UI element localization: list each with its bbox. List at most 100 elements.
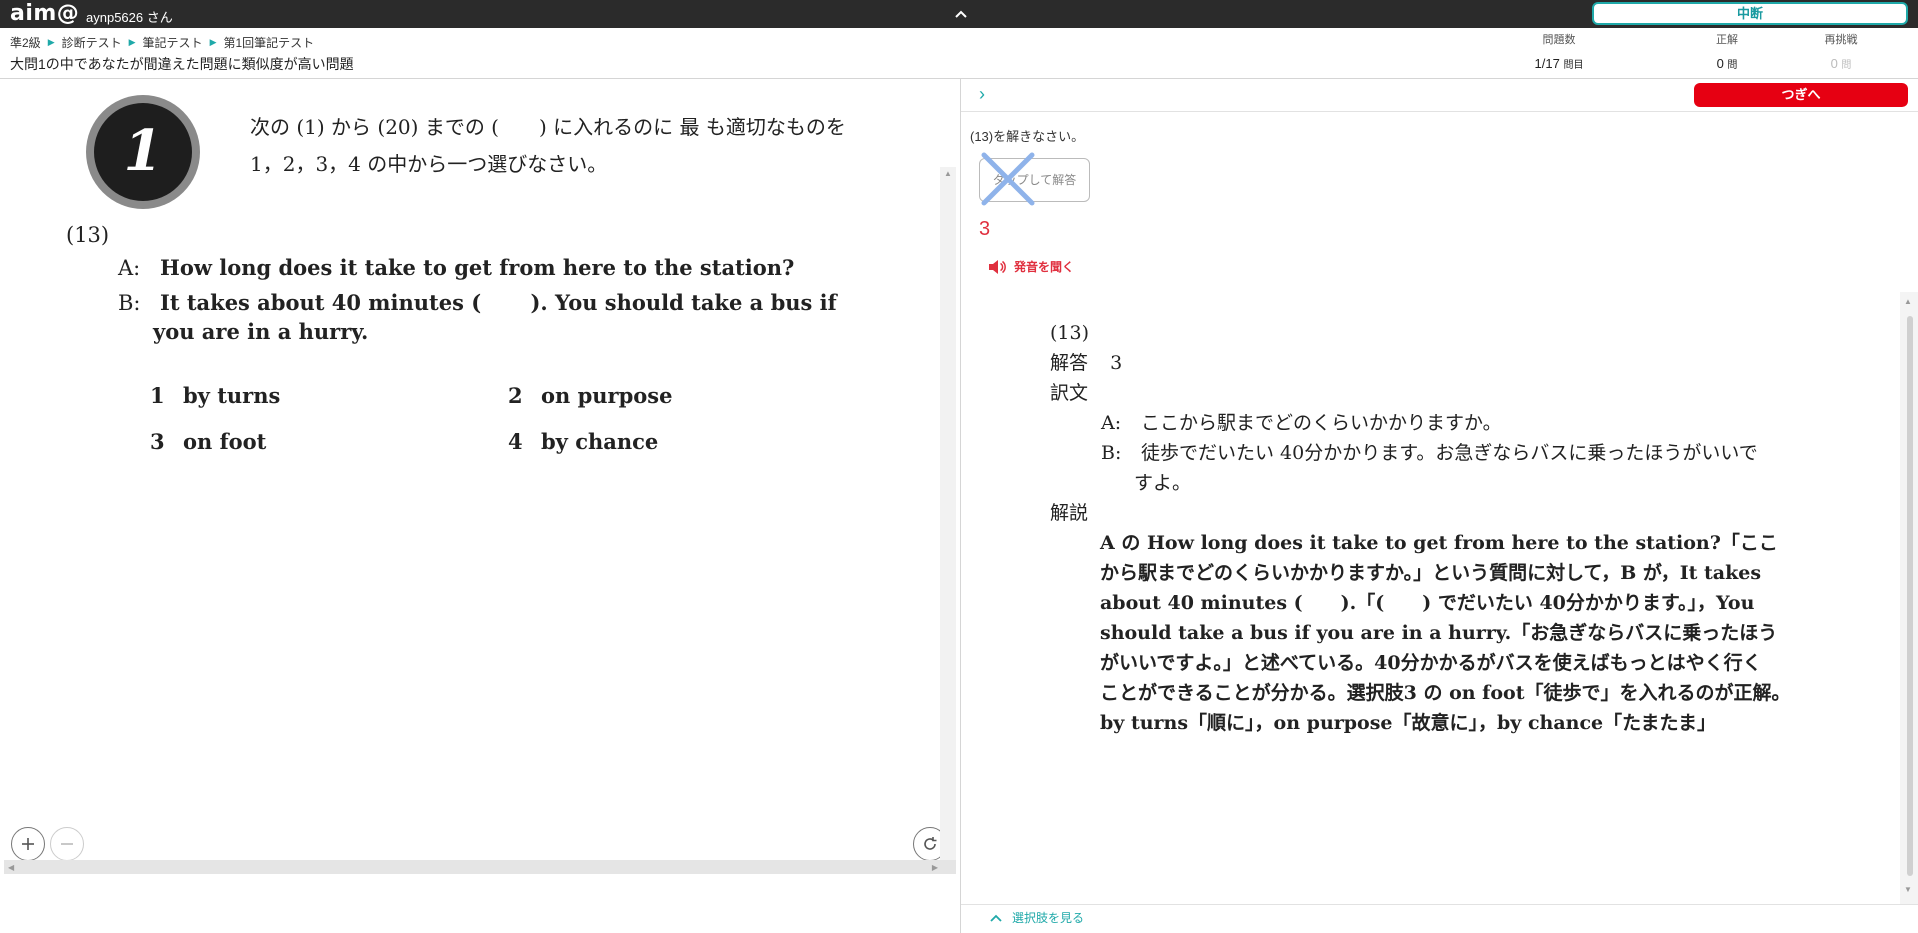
stat-label: 再挑戦 xyxy=(1824,34,1858,46)
zoom-out-button[interactable] xyxy=(50,827,84,861)
stat-label: 正解 xyxy=(1716,34,1738,46)
choice-3: 3 on foot xyxy=(150,429,266,454)
stat-unit: 問目 xyxy=(1563,60,1584,71)
answer-value: 3 xyxy=(1110,352,1123,374)
breadcrumb-item[interactable]: 筆記テスト xyxy=(143,34,203,51)
question-pane: 1 次の (1) から (20) までの ( ) に入れるのに 最 も適切なもの… xyxy=(0,79,960,879)
speaker-icon xyxy=(989,259,1006,274)
translation-b: B: 徒歩でだいたい 40分かかります。お急ぎならバスに乗ったほうがいいで xyxy=(1101,438,1758,468)
plus-icon xyxy=(22,838,34,850)
breadcrumb: 準2級 ▶ 診断テスト ▶ 筆記テスト ▶ 第1回筆記テスト xyxy=(10,34,314,51)
commentary-line: から駅までどのくらいかかりますか。」という質問に対して，B が，It takes xyxy=(1100,562,1762,584)
commentary-line: A の How long does it take to get from he… xyxy=(1100,532,1778,554)
divider xyxy=(961,904,1918,905)
answer-row: 解答 3 xyxy=(1050,348,1122,378)
dialogue-line-b: B: It takes about 40 minutes ( ). You sho… xyxy=(118,287,837,317)
question-badge: 1 xyxy=(86,95,200,209)
choice-1: 1 by turns xyxy=(150,383,280,408)
choice-number: 4 xyxy=(508,429,523,454)
choice-number: 1 xyxy=(150,383,165,408)
choice-number: 2 xyxy=(508,383,523,408)
commentary-line: should take a bus if you are in a hurry.… xyxy=(1100,622,1778,644)
chevron-up-icon[interactable] xyxy=(950,3,972,25)
breadcrumb-item[interactable]: 診断テスト xyxy=(62,34,122,51)
stat-question-count: 問題数 1/17 問目 xyxy=(1504,31,1614,71)
speaker-label: B: xyxy=(1101,442,1122,464)
question-instruction: 次の (1) から (20) までの ( ) に入れるのに 最 も適切なものを … xyxy=(250,109,846,183)
scroll-right-icon[interactable]: ▶ xyxy=(932,863,938,872)
listen-audio-label: 発音を聞く xyxy=(1014,260,1075,274)
pane-divider[interactable] xyxy=(960,79,961,933)
instruction-line: 次の (1) から (20) までの ( ) に入れるのに 最 も適切なものを xyxy=(250,115,846,139)
dialogue-text: It takes about 40 minutes ( ). You shoul… xyxy=(160,290,837,315)
chevron-right-icon: ▶ xyxy=(209,37,217,47)
chevron-up-icon xyxy=(990,914,1002,922)
stat-retry: 再挑戦 0 問 xyxy=(1786,31,1896,71)
listen-audio-button[interactable]: 発音を聞く xyxy=(988,258,1074,275)
commentary-line: about 40 minutes ( ).「( ) でだいたい 40分かかります… xyxy=(1100,592,1755,614)
dialogue-line-a: A: How long does it take to get from here… xyxy=(118,255,794,280)
app-logo: aim@ xyxy=(10,1,80,26)
speaker-label: A: xyxy=(1101,412,1122,434)
speaker-label: A: xyxy=(118,256,141,280)
explanation-panel: (13) 解答 3 訳文 A: ここから駅までどのくらいかかりますか。 B: 徒歩で… xyxy=(975,292,1897,904)
commentary-line: がいいですよ。」と述べている。40分かかるがバスを使えばもっとはやく行く xyxy=(1100,652,1762,674)
stat-label: 問題数 xyxy=(1542,34,1576,46)
refresh-icon xyxy=(924,837,937,850)
badge-number: 1 xyxy=(94,103,192,201)
commentary-label: 解説 xyxy=(1050,502,1089,524)
next-button[interactable]: つぎへ xyxy=(1694,83,1908,107)
tap-to-answer-button[interactable]: タップして解答 xyxy=(979,152,1090,206)
top-bar: aim@ aynp5626 さん 中断 xyxy=(0,0,1918,28)
instruction-line: 1，2，3，4 の中から一つ選びなさい。 xyxy=(250,152,608,176)
scroll-up-icon[interactable]: ▲ xyxy=(944,169,952,178)
translation-a: A: ここから駅までどのくらいかかりますか。 xyxy=(1101,408,1502,438)
stat-value: 0 xyxy=(1830,56,1838,71)
chevron-right-icon: ▶ xyxy=(47,37,55,47)
stat-unit: 問 xyxy=(1841,60,1852,71)
choice-text: by chance xyxy=(541,429,659,454)
stat-unit: 問 xyxy=(1727,60,1738,71)
minus-icon xyxy=(61,843,73,845)
username: aynp5626 さん xyxy=(86,10,173,25)
scroll-up-icon[interactable]: ▲ xyxy=(1904,297,1912,306)
translation-label: 訳文 xyxy=(1050,382,1089,404)
stat-value: 1/17 xyxy=(1534,56,1560,71)
stat-correct: 正解 0 問 xyxy=(1672,31,1782,71)
scrollbar-thumb[interactable] xyxy=(1907,316,1913,876)
incorrect-cross-icon xyxy=(981,152,1035,206)
explanation-scrollbar[interactable]: ▲ ▼ xyxy=(1900,292,1918,904)
speaker-label: B: xyxy=(118,291,141,315)
explanation-number: (13) xyxy=(1050,322,1090,344)
stat-value: 0 xyxy=(1716,56,1724,71)
choice-text: on purpose xyxy=(541,383,673,408)
see-choices-label: 選択肢を見る xyxy=(1012,911,1085,925)
pause-button[interactable]: 中断 xyxy=(1592,2,1908,25)
choice-text: on foot xyxy=(183,429,267,454)
translation-b-cont: すよ。 xyxy=(1134,472,1192,494)
expand-arrow-icon[interactable]: › xyxy=(979,84,985,105)
scroll-left-icon[interactable]: ◀ xyxy=(8,863,14,872)
translation-text: ここから駅までどのくらいかかりますか。 xyxy=(1141,412,1502,434)
breadcrumb-item: 第1回筆記テスト xyxy=(223,36,315,50)
choice-4: 4 by chance xyxy=(508,429,658,454)
zoom-in-button[interactable] xyxy=(11,827,45,861)
solve-prompt: (13)を解きなさい。 xyxy=(970,129,1085,144)
see-choices-button[interactable]: 選択肢を見る xyxy=(990,909,1084,926)
section-description: 大問1の中であなたが間違えた問題に類似度が高い問題 xyxy=(10,56,354,72)
answer-label: 解答 xyxy=(1050,352,1089,374)
choice-number: 3 xyxy=(150,429,165,454)
commentary-line: ことができることが分かる。選択肢3 の on foot「徒歩で」を入れるのが正解… xyxy=(1100,682,1791,704)
scroll-down-icon[interactable]: ▼ xyxy=(1904,885,1912,894)
translation-text: 徒歩でだいたい 40分かかります。お急ぎならバスに乗ったほうがいいで xyxy=(1141,442,1758,464)
choice-2: 2 on purpose xyxy=(508,383,672,408)
dialogue-line-b-cont: you are in a hurry. xyxy=(153,319,368,344)
selected-answer: 3 xyxy=(979,218,991,240)
horizontal-scrollbar[interactable]: ◀ ▶ xyxy=(4,860,956,874)
dialogue-text: you are in a hurry. xyxy=(153,319,369,344)
vertical-scrollbar[interactable]: ▲ xyxy=(940,167,956,861)
breadcrumb-item[interactable]: 準2級 xyxy=(10,34,41,51)
commentary-line: by turns「順に」，on purpose「故意に」，by chance「た… xyxy=(1100,712,1716,734)
divider xyxy=(961,111,1918,112)
dialogue-text: How long does it take to get from here t… xyxy=(160,255,795,280)
